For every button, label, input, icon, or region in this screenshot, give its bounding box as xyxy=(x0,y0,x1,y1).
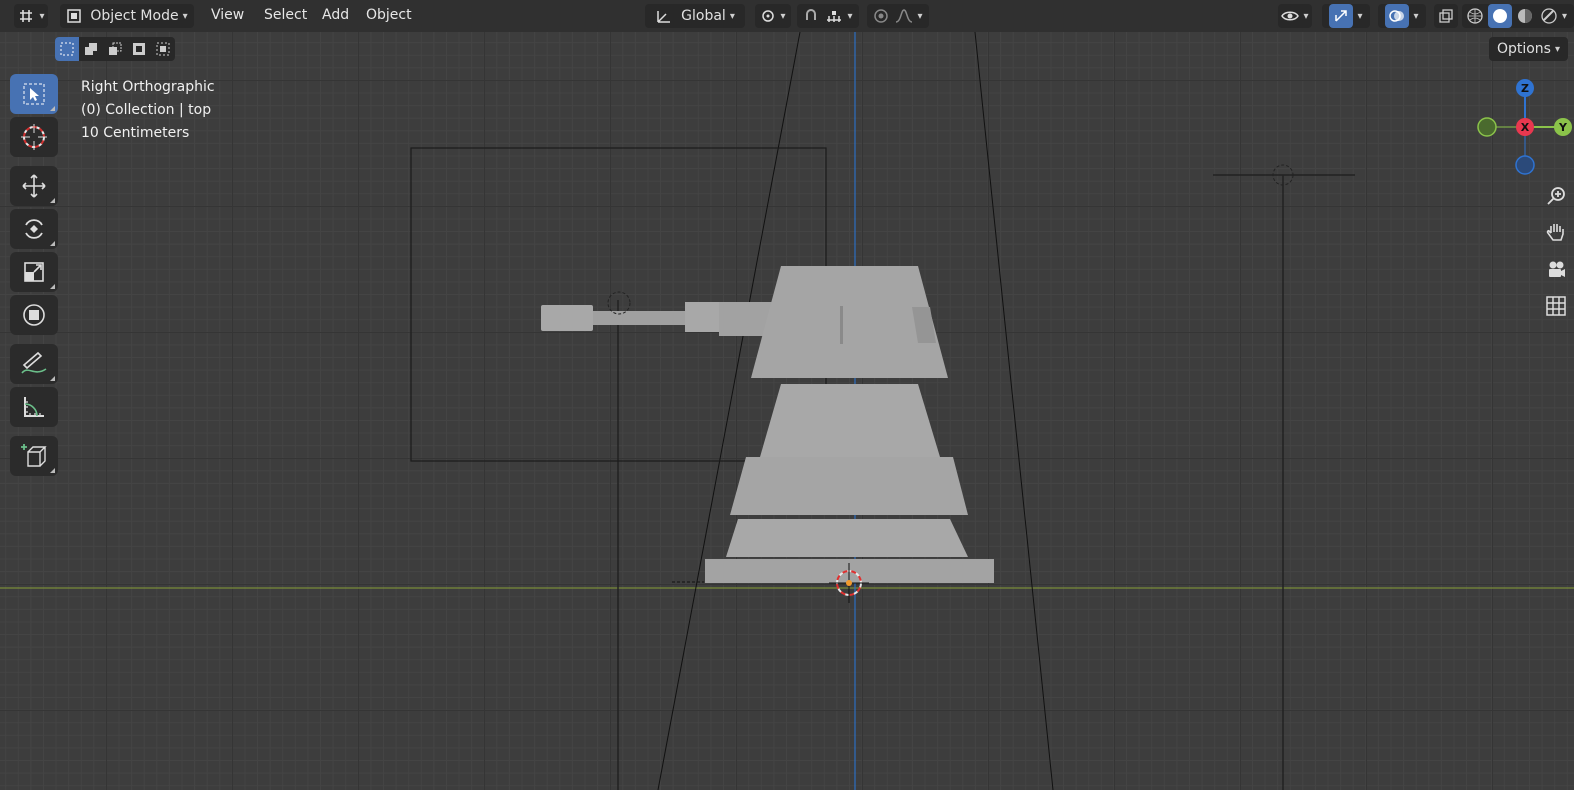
material-shading-icon[interactable] xyxy=(1516,7,1534,25)
falloff-icon xyxy=(896,9,913,23)
empty-object-icon[interactable] xyxy=(607,291,631,315)
view-name: Right Orthographic xyxy=(81,79,215,95)
selection-mode-group xyxy=(55,37,175,61)
viewport-scene xyxy=(0,31,1574,790)
select-invert-icon[interactable] xyxy=(127,37,151,61)
transform-orientation-dropdown[interactable]: Global ▾ xyxy=(645,4,745,28)
menu-object[interactable]: Object xyxy=(366,7,412,23)
menu-select[interactable]: Select xyxy=(264,7,307,23)
scale-tool[interactable] xyxy=(10,252,58,292)
xray-icon xyxy=(1439,9,1453,23)
pan-button[interactable] xyxy=(1540,216,1572,248)
rotate-icon xyxy=(25,219,43,239)
editor-type-button[interactable]: ▾ xyxy=(14,4,48,28)
neg-y-axis-handle[interactable] xyxy=(1477,117,1497,137)
gizmo-toggle[interactable]: ▾ xyxy=(1322,4,1370,28)
snap-group[interactable]: ▾ xyxy=(797,4,859,28)
select-intersect-icon[interactable] xyxy=(151,37,175,61)
solid-shading-icon[interactable] xyxy=(1488,4,1512,28)
rendered-shading-icon[interactable] xyxy=(1540,7,1558,25)
zoom-icon xyxy=(1547,187,1565,205)
orientation-icon xyxy=(657,11,671,23)
chevron-down-icon: ▾ xyxy=(1303,10,1309,22)
x-axis-label: X xyxy=(1521,121,1530,134)
snap-icon xyxy=(806,9,817,20)
hand-icon xyxy=(1546,224,1564,241)
cursor-icon xyxy=(21,124,47,150)
rotate-tool[interactable] xyxy=(10,209,58,249)
wireframe-shading-icon[interactable] xyxy=(1466,7,1484,25)
camera-view-button[interactable] xyxy=(1540,254,1572,286)
chevron-down-icon: ▾ xyxy=(1357,10,1363,22)
xray-toggle[interactable] xyxy=(1434,4,1458,28)
measure-tool[interactable] xyxy=(10,387,58,427)
add-cube-tool[interactable] xyxy=(10,436,58,476)
pivot-point-dropdown[interactable]: ▾ xyxy=(755,4,791,28)
header-bar: ▾ Object Mode ▾ View Select Add Object G… xyxy=(0,0,1574,32)
options-dropdown[interactable]: Options ▾ xyxy=(1488,37,1568,61)
select-box-tool[interactable] xyxy=(10,74,58,114)
overlays-icon xyxy=(1385,4,1410,28)
mode-label: Object Mode xyxy=(90,8,179,24)
camera-frustum-line xyxy=(974,31,1054,790)
grid-scale: 10 Centimeters xyxy=(81,125,190,141)
object-mode-icon xyxy=(67,9,82,23)
orientation-label: Global xyxy=(681,8,726,24)
options-label: Options xyxy=(1496,41,1551,57)
mode-dropdown[interactable]: Object Mode ▾ xyxy=(60,4,194,28)
navigation-gizmo[interactable]: Z Y X xyxy=(1472,75,1574,185)
viewport-info: Right Orthographic (0) Collection | top … xyxy=(81,76,215,145)
neg-z-axis-handle[interactable] xyxy=(1515,155,1535,175)
chevron-down-icon: ▾ xyxy=(917,10,923,22)
visibility-dropdown[interactable]: ▾ xyxy=(1278,4,1312,28)
gizmo-icon xyxy=(1329,4,1354,28)
proportional-editing-group[interactable]: ▾ xyxy=(867,4,929,28)
turret-model[interactable] xyxy=(541,266,994,583)
move-icon xyxy=(22,174,46,198)
y-axis-label: Y xyxy=(1558,121,1568,134)
chevron-down-icon: ▾ xyxy=(1554,43,1560,55)
chevron-down-icon: ▾ xyxy=(847,10,853,22)
chevron-down-icon: ▾ xyxy=(1413,10,1419,22)
select-box-icon xyxy=(23,83,45,105)
z-axis-label: Z xyxy=(1521,82,1529,95)
measure-icon xyxy=(24,397,44,417)
proportional-editing-icon xyxy=(874,9,889,23)
editor-type-icon xyxy=(20,10,33,22)
chevron-down-icon: ▾ xyxy=(729,10,735,22)
chevron-down-icon: ▾ xyxy=(39,10,45,22)
select-new-icon[interactable] xyxy=(55,37,79,61)
cursor-tool[interactable] xyxy=(10,117,58,157)
annotate-icon xyxy=(21,351,47,374)
transform-icon xyxy=(23,304,45,326)
chevron-down-icon: ▾ xyxy=(780,10,786,22)
shading-group[interactable]: ▾ xyxy=(1462,4,1574,28)
menu-view[interactable]: View xyxy=(211,7,244,23)
snap-increment-icon xyxy=(827,11,842,22)
grid-icon xyxy=(1546,296,1566,316)
eye-icon xyxy=(1281,11,1300,21)
3d-viewport[interactable] xyxy=(0,0,1574,790)
camera-icon xyxy=(1549,261,1565,277)
select-subtract-icon[interactable] xyxy=(103,37,127,61)
transform-tool[interactable] xyxy=(10,295,58,335)
chevron-down-icon: ▾ xyxy=(1562,10,1568,22)
select-extend-icon[interactable] xyxy=(79,37,103,61)
pivot-icon xyxy=(762,10,775,22)
menu-add[interactable]: Add xyxy=(322,7,349,23)
ortho-toggle-button[interactable] xyxy=(1540,290,1572,322)
move-tool[interactable] xyxy=(10,166,58,206)
collection-info: (0) Collection | top xyxy=(81,102,212,118)
overlays-toggle[interactable]: ▾ xyxy=(1378,4,1426,28)
tool-shelf xyxy=(10,74,60,479)
zoom-button[interactable] xyxy=(1540,180,1572,212)
annotate-tool[interactable] xyxy=(10,344,58,384)
scale-icon xyxy=(24,262,44,282)
chevron-down-icon: ▾ xyxy=(182,10,188,22)
add-cube-icon xyxy=(21,444,47,467)
